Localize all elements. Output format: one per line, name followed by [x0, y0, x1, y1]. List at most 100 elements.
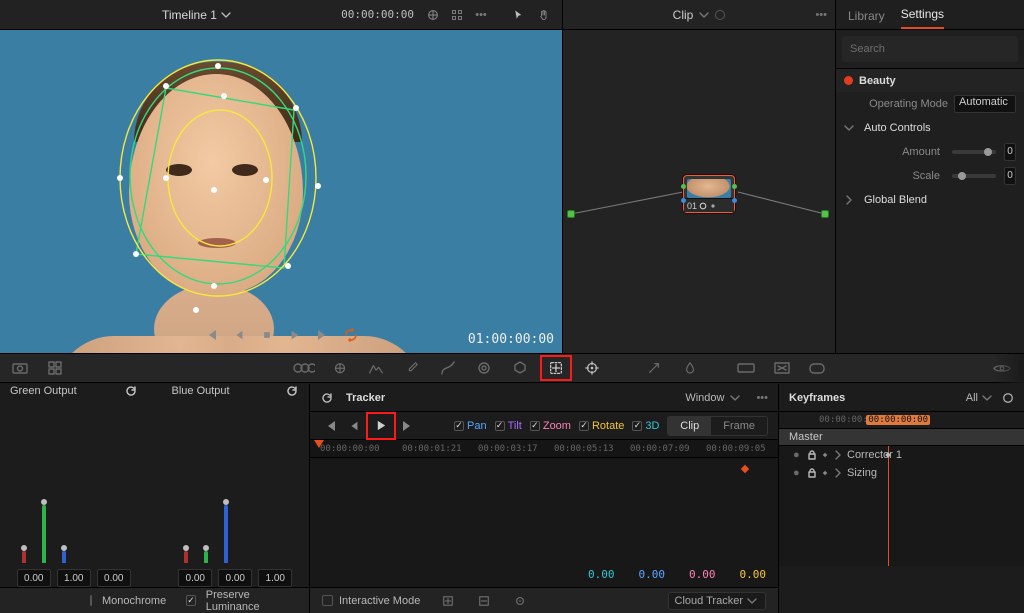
- keyframes-graph[interactable]: ● Corrector 1 ● Sizing: [779, 446, 1024, 566]
- monochrome-checkbox[interactable]: [90, 595, 92, 606]
- window-icon[interactable]: [542, 357, 570, 379]
- blur-icon[interactable]: [676, 357, 704, 379]
- lock-icon[interactable]: [807, 450, 817, 460]
- keyframes-ruler[interactable]: 00:00:00:00 00:00:00:00: [779, 412, 1024, 428]
- tab-library[interactable]: Library: [848, 9, 885, 29]
- tab-settings[interactable]: Settings: [901, 7, 944, 29]
- play-reverse-icon[interactable]: [229, 325, 249, 345]
- green-r-value[interactable]: 0.00: [17, 569, 51, 587]
- sizing-icon[interactable]: [768, 357, 796, 379]
- magic-mask-icon[interactable]: [640, 357, 668, 379]
- node-input-terminal[interactable]: [567, 210, 575, 218]
- green-g-value[interactable]: 1.00: [57, 569, 91, 587]
- seg-frame[interactable]: Frame: [711, 417, 767, 435]
- go-start-icon[interactable]: [201, 325, 221, 345]
- color-warper-icon[interactable]: [470, 357, 498, 379]
- add-point-icon[interactable]: [434, 590, 462, 612]
- seg-clip[interactable]: Clip: [668, 417, 711, 435]
- keyframe-marker[interactable]: [741, 465, 749, 473]
- green-b-value[interactable]: 0.00: [97, 569, 131, 587]
- lock-icon[interactable]: [807, 468, 817, 478]
- rgb-mixer-icon[interactable]: [362, 357, 390, 379]
- enable-dot-icon[interactable]: [844, 76, 853, 85]
- blue-b-value[interactable]: 1.00: [258, 569, 292, 587]
- corrector-node[interactable]: 01: [683, 175, 735, 213]
- color-checker-icon[interactable]: [44, 357, 72, 379]
- node-more-icon[interactable]: •••: [815, 9, 827, 21]
- tracker-graph[interactable]: 0.00 0.00 0.00 0.00: [310, 458, 778, 587]
- chevron-down-icon[interactable]: [221, 10, 231, 20]
- kf-row-label[interactable]: Corrector 1: [847, 449, 902, 461]
- track-reverse-icon[interactable]: [344, 417, 364, 435]
- viewer-title[interactable]: Timeline 1: [162, 8, 217, 22]
- scale-value[interactable]: 0: [1004, 167, 1016, 185]
- qualifier-icon[interactable]: [506, 357, 534, 379]
- tracker-icon[interactable]: [578, 357, 606, 379]
- keyframes-filter[interactable]: All: [966, 392, 978, 404]
- hdr-wheels-icon[interactable]: [326, 357, 354, 379]
- tracker-more-icon[interactable]: •••: [756, 392, 768, 404]
- hand-icon[interactable]: [532, 4, 554, 26]
- highlight-icon[interactable]: [446, 4, 468, 26]
- chevron-down-icon[interactable]: [699, 10, 709, 20]
- node-panel-label[interactable]: Clip: [673, 8, 694, 22]
- auto-controls-header[interactable]: Auto Controls: [836, 116, 1024, 140]
- search-input[interactable]: Search: [842, 36, 1018, 62]
- interactive-mode-checkbox[interactable]: [322, 595, 333, 606]
- visibility-icon[interactable]: [988, 357, 1016, 379]
- loop-icon[interactable]: [341, 325, 361, 345]
- blue-r-value[interactable]: 0.00: [178, 569, 212, 587]
- pan-checkbox[interactable]: [454, 421, 464, 431]
- viewer-timecode-large[interactable]: 01:00:00:00: [468, 332, 554, 347]
- tilt-checkbox[interactable]: [495, 421, 505, 431]
- operating-mode-value[interactable]: Automatic: [954, 95, 1016, 113]
- play-icon[interactable]: [285, 325, 305, 345]
- tracker-method-dropdown[interactable]: Cloud Tracker: [668, 592, 766, 610]
- kf-row-label[interactable]: Sizing: [847, 467, 877, 479]
- image-wipe-icon[interactable]: [422, 4, 444, 26]
- scale-slider[interactable]: [952, 174, 996, 178]
- clip-frame-segment[interactable]: Clip Frame: [667, 416, 768, 436]
- camera-raw-icon[interactable]: [8, 357, 36, 379]
- chevron-down-icon[interactable]: [730, 393, 740, 403]
- blue-g-value[interactable]: 0.00: [218, 569, 252, 587]
- stop-icon[interactable]: [257, 325, 277, 345]
- key-icon[interactable]: [732, 357, 760, 379]
- target-icon[interactable]: [506, 590, 534, 612]
- node-output-terminal[interactable]: [821, 210, 829, 218]
- green-output-plot[interactable]: [10, 404, 138, 563]
- reset-icon[interactable]: [320, 391, 334, 405]
- track-start-icon[interactable]: [320, 417, 340, 435]
- remove-point-icon[interactable]: [470, 590, 498, 612]
- amount-slider[interactable]: [952, 150, 996, 154]
- track-end-icon[interactable]: [398, 417, 418, 435]
- preserve-luminance-checkbox[interactable]: [186, 595, 196, 606]
- 3d-icon[interactable]: [804, 357, 832, 379]
- blue-output-plot[interactable]: [172, 404, 300, 563]
- tracker-mode-label[interactable]: Window: [685, 392, 724, 404]
- reset-icon[interactable]: [124, 384, 138, 398]
- viewer-timecode[interactable]: 00:00:00:00: [341, 8, 414, 21]
- tracker-ruler[interactable]: 00:00:00:00 00:00:01:21 00:00:03:17 00:0…: [310, 440, 778, 458]
- chevron-down-icon[interactable]: [982, 393, 992, 403]
- zoom-checkbox[interactable]: [530, 421, 540, 431]
- viewer-more-icon[interactable]: •••: [470, 4, 492, 26]
- viewer-canvas[interactable]: 01:00:00:00: [0, 30, 562, 353]
- reset-icon[interactable]: [285, 384, 299, 398]
- expand-icon[interactable]: [1002, 392, 1014, 404]
- keyframes-master-row[interactable]: Master: [779, 428, 1024, 446]
- beauty-header[interactable]: Beauty: [836, 68, 1024, 92]
- 3d-checkbox[interactable]: [632, 421, 642, 431]
- pointer-icon[interactable]: [508, 4, 530, 26]
- global-blend-header[interactable]: Global Blend: [836, 188, 1024, 212]
- chevron-right-icon[interactable]: [833, 468, 843, 478]
- rotate-checkbox[interactable]: [579, 421, 589, 431]
- go-end-icon[interactable]: [313, 325, 333, 345]
- amount-value[interactable]: 0: [1004, 143, 1016, 161]
- chevron-right-icon[interactable]: [833, 450, 843, 460]
- node-canvas[interactable]: 01: [563, 30, 835, 353]
- primaries-icon[interactable]: [290, 357, 318, 379]
- track-forward-button[interactable]: [368, 414, 394, 438]
- curves-icon[interactable]: [434, 357, 462, 379]
- keyframes-playhead[interactable]: [888, 446, 889, 566]
